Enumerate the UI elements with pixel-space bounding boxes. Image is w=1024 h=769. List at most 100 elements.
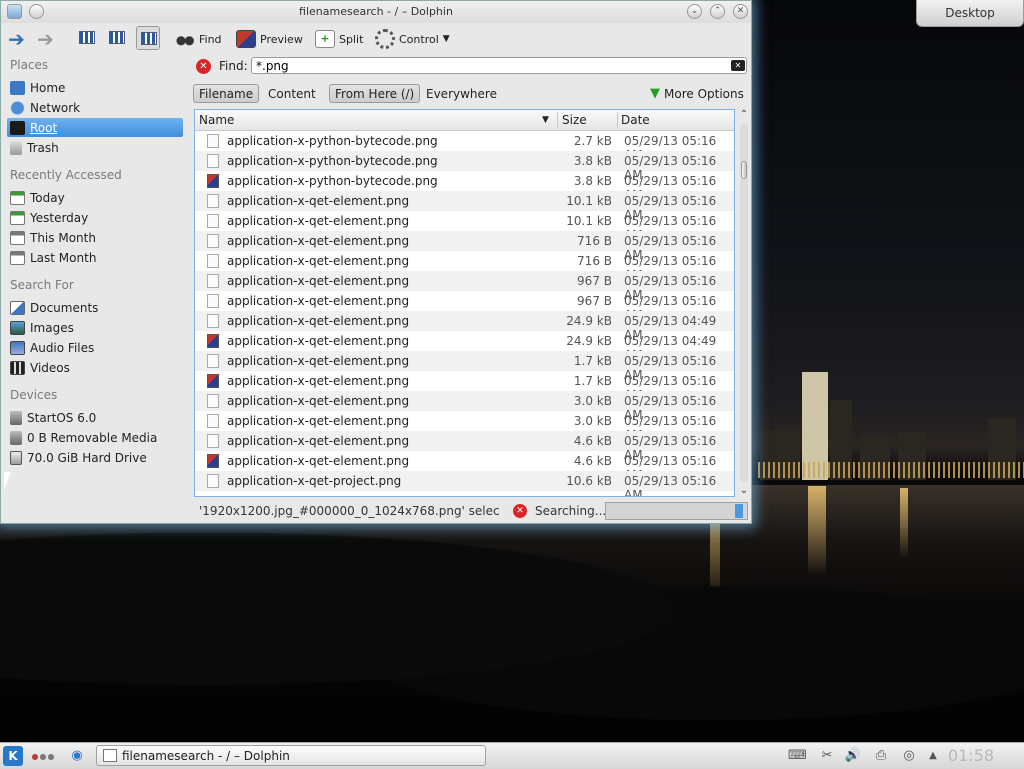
recent-item-today[interactable]: Today [7,188,183,207]
network-icon[interactable]: ◎ [900,748,918,764]
list-header: Name ▼ Size Date [195,110,734,131]
file-row[interactable]: application-x-qet-element.png 24.9 kB 05/2… [195,311,734,342]
title-bar[interactable]: filenamesearch - / – Dolphin ⌄ ⌃ ✕ [1,1,751,23]
search-item-audio[interactable]: Audio Files [7,338,183,357]
drive-icon [10,410,22,425]
printer-icon[interactable]: ⎙ [872,748,890,764]
pager-dot-icon[interactable] [40,754,46,760]
filter-filename-button[interactable]: Filename [193,84,260,103]
recent-item-yesterday[interactable]: Yesterday [7,208,183,227]
search-item-images[interactable]: Images [7,318,183,337]
file-row[interactable]: application-x-qet-element.png 1.7 kB 05/29… [195,371,734,402]
file-row[interactable]: application-x-qet-project.png 10.6 kB 05/2… [195,471,734,496]
file-row[interactable]: application-x-qet-element.png 1.7 kB 05/29… [195,351,734,382]
scroll-track[interactable] [740,123,748,483]
column-separator[interactable] [557,112,558,128]
stop-search-icon[interactable]: ✕ [513,504,527,518]
usb-drive-icon [10,430,22,445]
file-icon [207,234,219,248]
maximize-button[interactable]: ⌃ [710,4,725,19]
column-name[interactable]: Name [199,113,234,127]
close-button[interactable]: ✕ [733,4,748,19]
places-item-network[interactable]: Network [7,98,183,117]
keyboard-icon[interactable]: ⌨ [788,748,807,764]
scroll-down-icon[interactable]: ⌄ [737,485,751,497]
scroll-up-icon[interactable]: ⌃ [737,109,751,121]
volume-icon[interactable]: 🔊 [844,748,862,764]
scroll-thumb[interactable] [741,161,747,179]
file-size: 4.6 kB [573,434,612,448]
file-row[interactable]: application-x-qet-element.png 24.9 kB 05/2… [195,331,734,362]
find-input[interactable] [251,57,747,74]
icons-view-icon [79,31,95,44]
clock[interactable]: 01:58 [948,746,994,765]
file-list: Name ▼ Size Date application-x-python-by… [194,109,735,497]
file-row[interactable]: application-x-qet-element.png 10.1 kB 05/2… [195,191,734,222]
columns-view-button[interactable] [136,26,160,50]
column-size[interactable]: Size [562,113,587,127]
file-size: 10.6 kB [566,474,612,488]
column-date[interactable]: Date [621,113,650,127]
search-filter-bar: Filename Content From Here (/) Everywher… [193,83,751,105]
file-row[interactable]: application-x-qet-element.png 10.1 kB 05/2… [195,211,734,242]
split-button[interactable]: + Split [315,27,363,51]
file-row[interactable]: application-x-qet-element.png 4.6 kB 05/29… [195,431,734,462]
close-search-icon[interactable]: ✕ [196,59,211,74]
file-row[interactable]: application-x-qet-element.png 3.0 kB 05/29… [195,391,734,422]
file-row[interactable]: application-x-qet-element.png 3.0 kB 05/29… [195,411,734,442]
preview-button[interactable]: Preview [236,27,303,51]
details-view-button[interactable] [105,26,129,50]
places-item-trash[interactable]: Trash [7,138,183,157]
control-label: Control [399,32,439,46]
task-dolphin[interactable]: filenamesearch - / – Dolphin [96,745,486,766]
sort-chevron-icon[interactable]: ▼ [542,115,549,125]
file-row[interactable]: application-x-python-bytecode.png 3.8 kB 0… [195,171,734,202]
browser-icon[interactable]: ◉ [68,748,86,764]
file-icon [207,154,219,168]
recent-item-this-month[interactable]: This Month [7,228,183,247]
clear-text-icon[interactable]: ✕ [731,60,745,71]
device-item-startos[interactable]: StartOS 6.0 [7,408,183,427]
details-view-icon [109,31,125,44]
desktop-button[interactable]: Desktop [916,0,1024,27]
split-icon: + [315,30,335,48]
file-row[interactable]: application-x-python-bytecode.png 2.7 kB 0… [195,131,734,162]
control-button[interactable]: Control ▼ [375,27,450,51]
file-row[interactable]: application-x-qet-element.png 716 B 05/29/… [195,251,734,282]
device-item-hard-drive[interactable]: 70.0 GiB Hard Drive [7,448,183,467]
places-item-home[interactable]: Home [7,78,183,97]
device-item-removable[interactable]: 0 B Removable Media [7,428,183,447]
forward-arrow-icon[interactable]: ➔ [37,27,54,51]
file-icon [207,274,219,288]
file-row[interactable]: application-x-qet-element.png 716 B 05/29/… [195,231,734,262]
find-button[interactable]: Find [175,27,222,51]
tray-expand-icon[interactable]: ▲ [924,748,942,764]
calendar-icon [10,190,25,205]
recent-item-last-month[interactable]: Last Month [7,248,183,267]
vertical-scrollbar[interactable]: ⌃ ⌄ [737,109,751,497]
filter-everywhere-button[interactable]: Everywhere [421,84,502,103]
file-row[interactable]: application-x-qet-element.png 4.6 kB 05/29… [195,451,734,482]
column-separator[interactable] [617,112,618,128]
devices-header: Devices [10,388,58,402]
pager-dot-icon[interactable] [32,754,38,760]
file-row[interactable]: application-x-python-bytecode.png 3.8 kB 0… [195,151,734,182]
minimize-button[interactable]: ⌄ [687,4,702,19]
file-size: 24.9 kB [566,314,612,328]
filter-content-button[interactable]: Content [263,84,321,103]
kickoff-launcher-icon[interactable]: K [3,746,23,766]
file-icon [207,194,219,208]
file-row[interactable]: application-x-qet-element.png 967 B 05/29/… [195,291,734,322]
pager-dot-icon[interactable] [48,754,54,760]
icons-view-button[interactable] [75,26,99,50]
file-name: application-x-qet-element.png [227,354,410,368]
filter-from-here-button[interactable]: From Here (/) [329,84,421,103]
file-row[interactable]: application-x-qet-element.png 967 B 05/29/… [195,271,734,302]
search-item-videos[interactable]: Videos [7,358,183,377]
back-arrow-icon[interactable]: ➔ [8,27,25,51]
file-name: application-x-python-bytecode.png [227,154,438,168]
search-item-documents[interactable]: Documents [7,298,183,317]
scissors-icon[interactable]: ✂ [818,748,836,764]
places-item-root[interactable]: Root [7,118,183,137]
more-options-button[interactable]: ▼ More Options [645,84,749,103]
